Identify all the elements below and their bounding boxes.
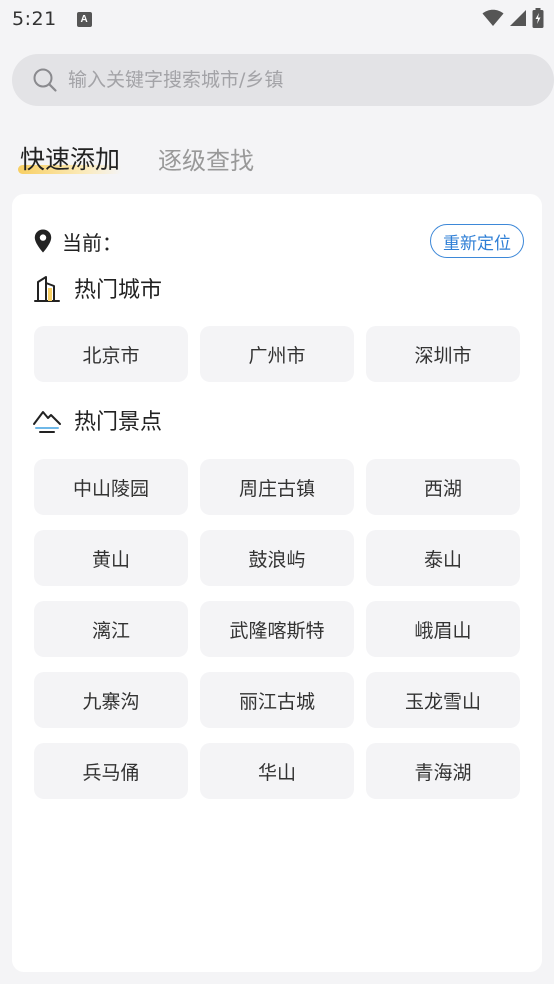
search-icon — [33, 68, 57, 92]
city-picker-card: 当前： 重新定位 热门城市 北京市 广州市 深圳市 热门景点 中山陵园 周庄古镇 西湖黄… — [12, 194, 542, 972]
spot-chip[interactable]: 中山陵园 — [34, 459, 188, 515]
status-icons — [482, 8, 544, 28]
relocate-button[interactable]: 重新定位 — [430, 224, 524, 258]
current-location-row: 当前： 重新定位 — [34, 224, 524, 258]
hot-cities-title: 热门城市 — [74, 278, 163, 303]
status-bar: 5:21 A — [0, 0, 554, 38]
battery-icon — [532, 8, 544, 28]
spot-chip[interactable]: 兵马俑 — [34, 743, 188, 799]
tab-quick-add-label: 快速添加 — [20, 145, 121, 174]
hot-spots-title: 热门景点 — [74, 410, 163, 435]
city-chip[interactable]: 深圳市 — [366, 326, 520, 382]
spot-chip[interactable]: 华山 — [200, 743, 354, 799]
spot-chip[interactable]: 漓江 — [34, 601, 188, 657]
spot-chip[interactable]: 青海湖 — [366, 743, 520, 799]
location-pin-icon — [34, 229, 52, 253]
spot-chip[interactable]: 周庄古镇 — [200, 459, 354, 515]
spot-chip[interactable]: 黄山 — [34, 530, 188, 586]
spot-chip[interactable]: 泰山 — [366, 530, 520, 586]
spot-chip[interactable]: 峨眉山 — [366, 601, 520, 657]
notification-icon: A — [76, 11, 92, 27]
hot-cities-header: 热门城市 — [32, 272, 162, 304]
spot-chip[interactable]: 九寨沟 — [34, 672, 188, 728]
signal-icon — [510, 10, 526, 26]
tab-bar: 快速添加 逐级查找 — [18, 132, 292, 176]
wifi-icon — [482, 9, 504, 26]
spot-chip[interactable]: 丽江古城 — [200, 672, 354, 728]
spot-chip[interactable]: 玉龙雪山 — [366, 672, 520, 728]
tab-level-search-label: 逐级查找 — [158, 147, 255, 175]
spot-chip[interactable]: 西湖 — [366, 459, 520, 515]
status-time: 5:21 — [12, 8, 57, 30]
mountain-icon — [33, 411, 61, 433]
spot-chip[interactable]: 武隆喀斯特 — [200, 601, 354, 657]
search-input[interactable] — [68, 69, 508, 91]
tab-level-search[interactable]: 逐级查找 — [158, 141, 254, 176]
search-bar[interactable] — [12, 54, 554, 106]
spot-chip[interactable]: 鼓浪屿 — [200, 530, 354, 586]
city-chip[interactable]: 广州市 — [200, 326, 354, 382]
tab-quick-add[interactable]: 快速添加 — [18, 140, 122, 176]
current-location-label: 当前： — [62, 230, 122, 255]
building-icon — [34, 276, 60, 302]
hot-spots-header: 热门景点 — [32, 404, 162, 436]
city-chip[interactable]: 北京市 — [34, 326, 188, 382]
